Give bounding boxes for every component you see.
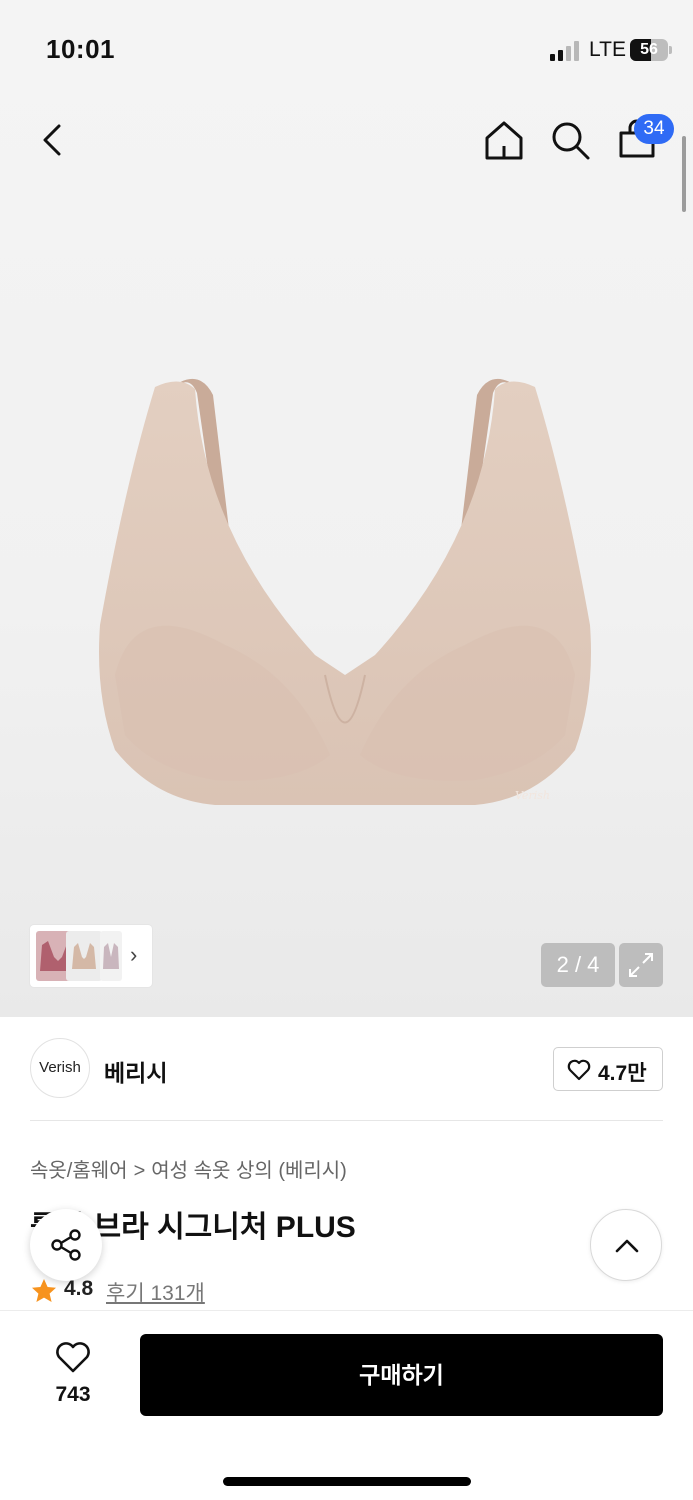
buy-button[interactable]: 구매하기 — [140, 1334, 663, 1416]
color-thumbnails[interactable]: › — [30, 925, 152, 987]
brand-like-button[interactable]: 4.7만 — [553, 1047, 663, 1091]
breadcrumb-item[interactable]: 여성 속옷 상의 (베리시) — [151, 1154, 347, 1183]
chevron-up-icon — [615, 1239, 639, 1253]
home-button[interactable] — [480, 116, 528, 164]
review-count-link[interactable]: 후기 131개 — [106, 1277, 205, 1307]
heart-icon — [567, 1059, 591, 1081]
home-indicator — [223, 1477, 471, 1486]
image-page-indicator: 2 / 4 — [541, 943, 615, 987]
product-photo[interactable]: Verish — [95, 375, 595, 820]
status-bar: 10:01 LTE 56 — [0, 0, 693, 100]
search-icon — [552, 122, 590, 160]
expand-button[interactable] — [619, 943, 663, 987]
share-button[interactable] — [30, 1209, 102, 1281]
product-detail-page: 10:01 LTE 56 34 Verish › 2 / 4 Verish 베리… — [0, 0, 693, 1500]
product-image-gallery[interactable]: 10:01 LTE 56 34 Verish › 2 / 4 — [0, 0, 693, 1017]
brand-logo[interactable]: Verish — [30, 1038, 90, 1098]
breadcrumb-separator: > — [133, 1160, 146, 1182]
cart-count-badge: 34 — [634, 114, 674, 144]
wishlist-count: 743 — [55, 1383, 91, 1406]
bottom-action-bar: 743 구매하기 — [0, 1310, 693, 1500]
chevron-left-icon — [43, 124, 61, 156]
status-time: 10:01 — [46, 34, 115, 64]
wishlist-button[interactable]: 743 — [40, 1341, 106, 1411]
thumbnail-beige[interactable] — [66, 931, 102, 981]
chevron-right-icon[interactable]: › — [130, 942, 137, 968]
battery-level: 56 — [640, 41, 658, 58]
breadcrumb-item[interactable]: 속옷/홈웨어 — [30, 1154, 128, 1183]
scroll-top-button[interactable] — [590, 1209, 662, 1281]
expand-icon — [629, 953, 653, 977]
signal-icon — [550, 41, 582, 61]
brand-row: Verish 베리시 4.7만 — [30, 1038, 663, 1098]
star-icon — [32, 1279, 56, 1302]
search-button[interactable] — [546, 116, 594, 164]
breadcrumb: 속옷/홈웨어 > 여성 속옷 상의 (베리시) — [30, 1154, 347, 1183]
thumbnail-gray[interactable] — [100, 931, 122, 981]
svg-text:Verish: Verish — [515, 789, 550, 802]
heart-icon — [56, 1342, 90, 1373]
back-button[interactable] — [28, 116, 76, 164]
scrollbar — [682, 136, 686, 212]
divider — [30, 1120, 663, 1121]
home-icon — [485, 121, 523, 160]
brand-name[interactable]: 베리시 — [104, 1054, 167, 1088]
share-icon — [51, 1229, 81, 1261]
network-type: LTE — [589, 38, 626, 61]
brand-like-count: 4.7만 — [598, 1062, 647, 1085]
battery-icon: 56 — [630, 39, 668, 61]
